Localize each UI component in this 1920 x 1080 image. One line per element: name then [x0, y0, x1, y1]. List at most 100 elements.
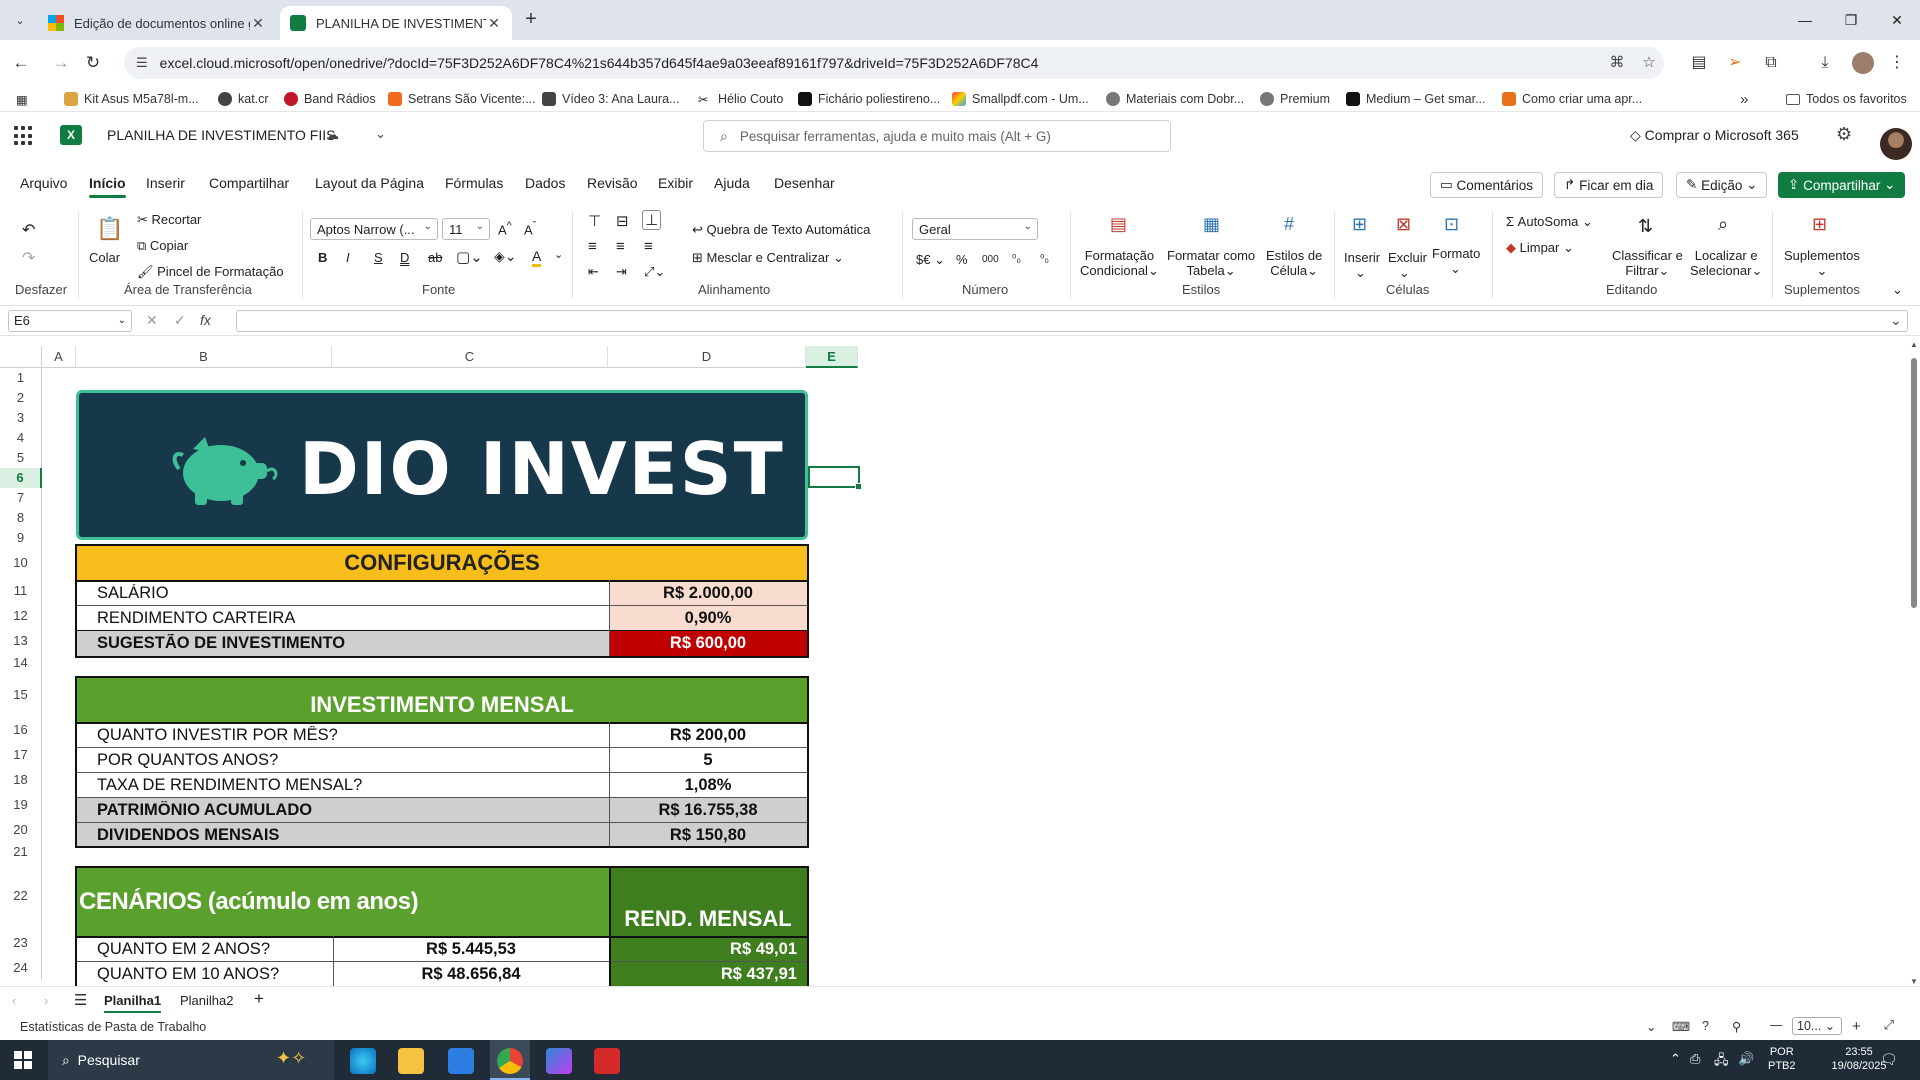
percent-format-icon[interactable]: %	[956, 252, 968, 267]
formula-input[interactable]	[236, 310, 1908, 332]
tray-chevron-up-icon[interactable]: ⌃	[1670, 1051, 1681, 1067]
all-sheets-menu-icon[interactable]: ☰	[74, 991, 87, 1009]
bookmark-item[interactable]: Materiais com Dobr...	[1106, 90, 1244, 108]
row-header[interactable]: 17	[0, 742, 42, 767]
url-omnibox[interactable]: ☰ excel.cloud.microsoft/open/onedrive/?d…	[124, 47, 1664, 79]
tab-exibir[interactable]: Exibir	[658, 175, 693, 191]
row-header[interactable]: 5	[0, 448, 42, 468]
row-header[interactable]: 8	[0, 508, 42, 528]
clear-button[interactable]: ◆ Limpar ⌄	[1506, 240, 1574, 256]
wrap-text-button[interactable]: ↩ Quebra de Texto Automática	[692, 222, 870, 238]
zoom-out-icon[interactable]: —	[1770, 1018, 1783, 1032]
row-header[interactable]: 2	[0, 388, 42, 408]
row-header[interactable]: 3	[0, 408, 42, 428]
tab-revisao[interactable]: Revisão	[587, 175, 638, 191]
row-header[interactable]: 15	[0, 673, 42, 717]
name-box[interactable]: E6 ⌄	[8, 310, 132, 332]
tab-arquivo[interactable]: Arquivo	[20, 175, 67, 191]
row-header[interactable]: 11	[0, 578, 42, 603]
next-sheet-icon[interactable]: ›	[44, 993, 48, 1008]
align-left-icon[interactable]: ≡	[588, 238, 597, 255]
app-launcher-icon[interactable]	[14, 126, 34, 146]
site-settings-icon[interactable]: ☰	[136, 55, 148, 71]
tab-layout[interactable]: Layout da Página	[315, 175, 424, 191]
borders-icon[interactable]: ▢⌄	[456, 248, 483, 266]
chrome-taskbar-button[interactable]	[490, 1040, 530, 1080]
bookmark-item[interactable]: Setrans São Vicente:...	[388, 90, 536, 108]
scroll-up-icon[interactable]: ▲	[1910, 340, 1918, 349]
column-header[interactable]: D	[608, 346, 806, 368]
volume-icon[interactable]: 🔊	[1738, 1051, 1754, 1067]
file-explorer-icon[interactable]	[398, 1048, 424, 1074]
expand-formula-chevron-icon[interactable]: ⌄	[1890, 312, 1902, 329]
column-header[interactable]: C	[332, 346, 608, 368]
chevron-down-icon[interactable]: ⌄	[554, 248, 563, 261]
help-icon[interactable]: ?	[1702, 1019, 1709, 1033]
saved-status-icon[interactable]: ☁	[326, 127, 339, 143]
font-shrink-icon[interactable]: Aˇ	[524, 220, 536, 237]
bookmark-item[interactable]: ✂ Hélio Couto	[698, 90, 783, 108]
tab-compartilhar[interactable]: Compartilhar	[209, 175, 289, 191]
row-header[interactable]: 21	[0, 842, 42, 862]
new-tab-button[interactable]: +	[520, 9, 542, 31]
addins-icon[interactable]: ⊞	[1812, 214, 1827, 235]
ribbon-collapse-chevron-icon[interactable]: ⌄	[1892, 282, 1903, 298]
row-header[interactable]: 9	[0, 528, 42, 548]
search-input[interactable]: ⌕ Pesquisar ferramentas, ajuda e muito ma…	[703, 120, 1171, 152]
align-center-icon[interactable]: ≡	[616, 238, 625, 255]
editing-mode-button[interactable]: ✎ Edição ⌄	[1676, 172, 1768, 198]
tab-ajuda[interactable]: Ajuda	[714, 175, 750, 191]
prev-sheet-icon[interactable]: ‹	[12, 993, 16, 1008]
buy-microsoft-365-link[interactable]: ◇ Comprar o Microsoft 365	[1630, 127, 1799, 144]
bookmark-item[interactable]: Fichário poliestireno...	[798, 90, 940, 108]
translate-icon[interactable]: ⌘	[1606, 52, 1628, 74]
reading-list-icon[interactable]: ▤	[1688, 52, 1710, 74]
apps-grid-icon[interactable]: ▦	[16, 90, 28, 108]
find-select-button[interactable]: Localizar e Selecionar⌄	[1690, 248, 1762, 278]
edge-icon[interactable]	[350, 1048, 376, 1074]
column-header[interactable]: B	[76, 346, 332, 368]
bookmark-item[interactable]: Smallpdf.com - Um...	[952, 90, 1089, 108]
align-middle-icon[interactable]: ⊟	[616, 212, 629, 230]
minimize-icon[interactable]: —	[1782, 0, 1828, 40]
format-cells-button[interactable]: Formato ⌄	[1432, 246, 1480, 277]
font-grow-icon[interactable]: A^	[498, 220, 512, 237]
row-header[interactable]: 7	[0, 488, 42, 508]
browser-menu-icon[interactable]: ⋮	[1886, 52, 1908, 74]
autosum-button[interactable]: Σ AutoSoma ⌄	[1506, 214, 1593, 230]
row-header[interactable]: 23	[0, 930, 42, 955]
close-tab-icon[interactable]: ✕	[486, 15, 502, 32]
tab-inserir[interactable]: Inserir	[146, 175, 185, 191]
meet-now-icon[interactable]: ⎙	[1690, 1051, 1700, 1067]
workbook-statistics-link[interactable]: Estatísticas de Pasta de Trabalho	[20, 1020, 206, 1034]
increase-decimal-icon[interactable]: ⁰₀	[1012, 252, 1021, 265]
addins-button[interactable]: Suplementos ⌄	[1784, 248, 1860, 278]
row-header[interactable]: 14	[0, 653, 42, 673]
status-chevron-icon[interactable]: ⌄	[1646, 1019, 1656, 1034]
font-size-dropdown[interactable]: 11 ⌄	[442, 218, 490, 240]
sort-filter-icon[interactable]: ⇅	[1638, 216, 1653, 237]
vertical-scrollbar[interactable]: ▲ ▼	[1910, 338, 1918, 986]
wps-office-icon[interactable]	[594, 1048, 620, 1074]
tab-inicio[interactable]: Início	[89, 175, 126, 198]
windows-start-icon[interactable]	[14, 1051, 32, 1069]
align-top-icon[interactable]: ⊤	[588, 212, 601, 230]
insert-function-icon[interactable]: fx	[200, 312, 211, 328]
tab-search-chevron-icon[interactable]: ⌄	[8, 8, 32, 32]
row-header-selected[interactable]: 6	[0, 468, 42, 488]
bookmark-item[interactable]: Kit Asus M5a78l-m...	[64, 90, 199, 108]
decrease-decimal-icon[interactable]: ⁰₀	[1040, 252, 1049, 265]
format-table-icon[interactable]: ▦	[1203, 214, 1220, 235]
tab-desenhar[interactable]: Desenhar	[774, 175, 835, 191]
number-format-dropdown[interactable]: Geral ⌄	[912, 218, 1038, 240]
keyboard-icon[interactable]: ⌨	[1672, 1019, 1690, 1034]
close-window-icon[interactable]: ✕	[1874, 0, 1920, 40]
share-button[interactable]: ⇪ Compartilhar ⌄	[1778, 172, 1906, 198]
restore-icon[interactable]: ❐	[1828, 0, 1874, 40]
send-icon[interactable]: ➢	[1724, 52, 1746, 74]
store-icon[interactable]	[448, 1048, 474, 1074]
tab-formulas[interactable]: Fórmulas	[445, 175, 503, 191]
row-header[interactable]: 12	[0, 603, 42, 628]
avatar[interactable]	[1880, 128, 1912, 160]
row-header[interactable]: 22	[0, 862, 42, 930]
